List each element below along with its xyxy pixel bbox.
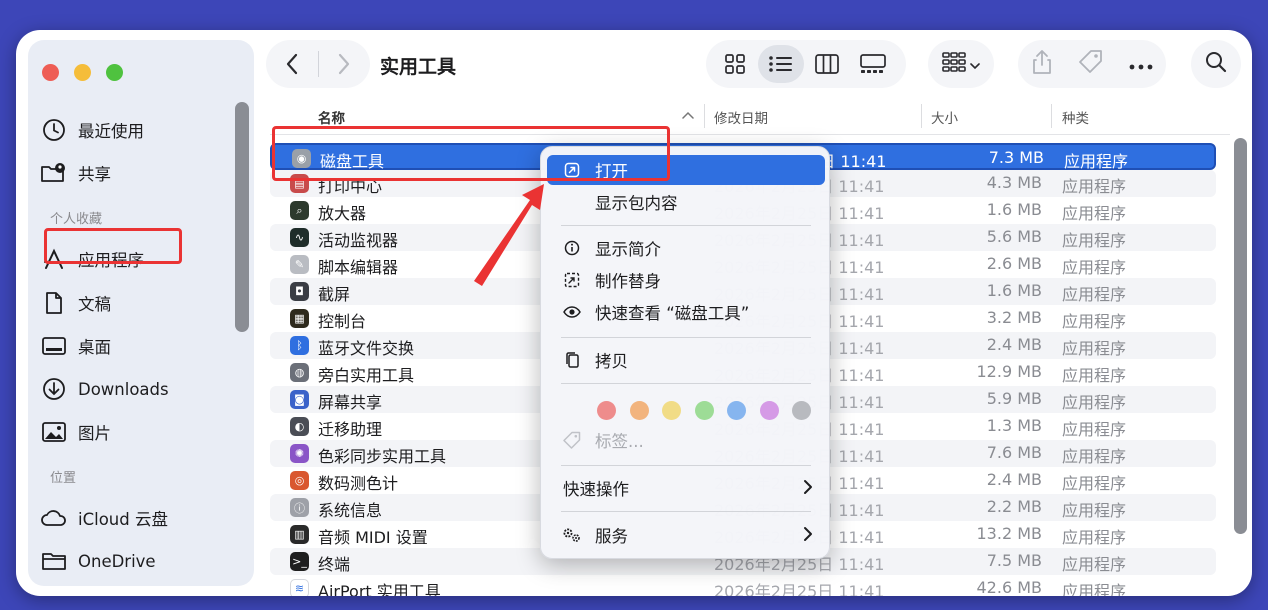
annotation-arrow [474,184,544,286]
finder-window: 最近使用 共享 个人收藏 应用程序 文稿 桌面 Downloads 图片 位置 … [16,30,1252,596]
